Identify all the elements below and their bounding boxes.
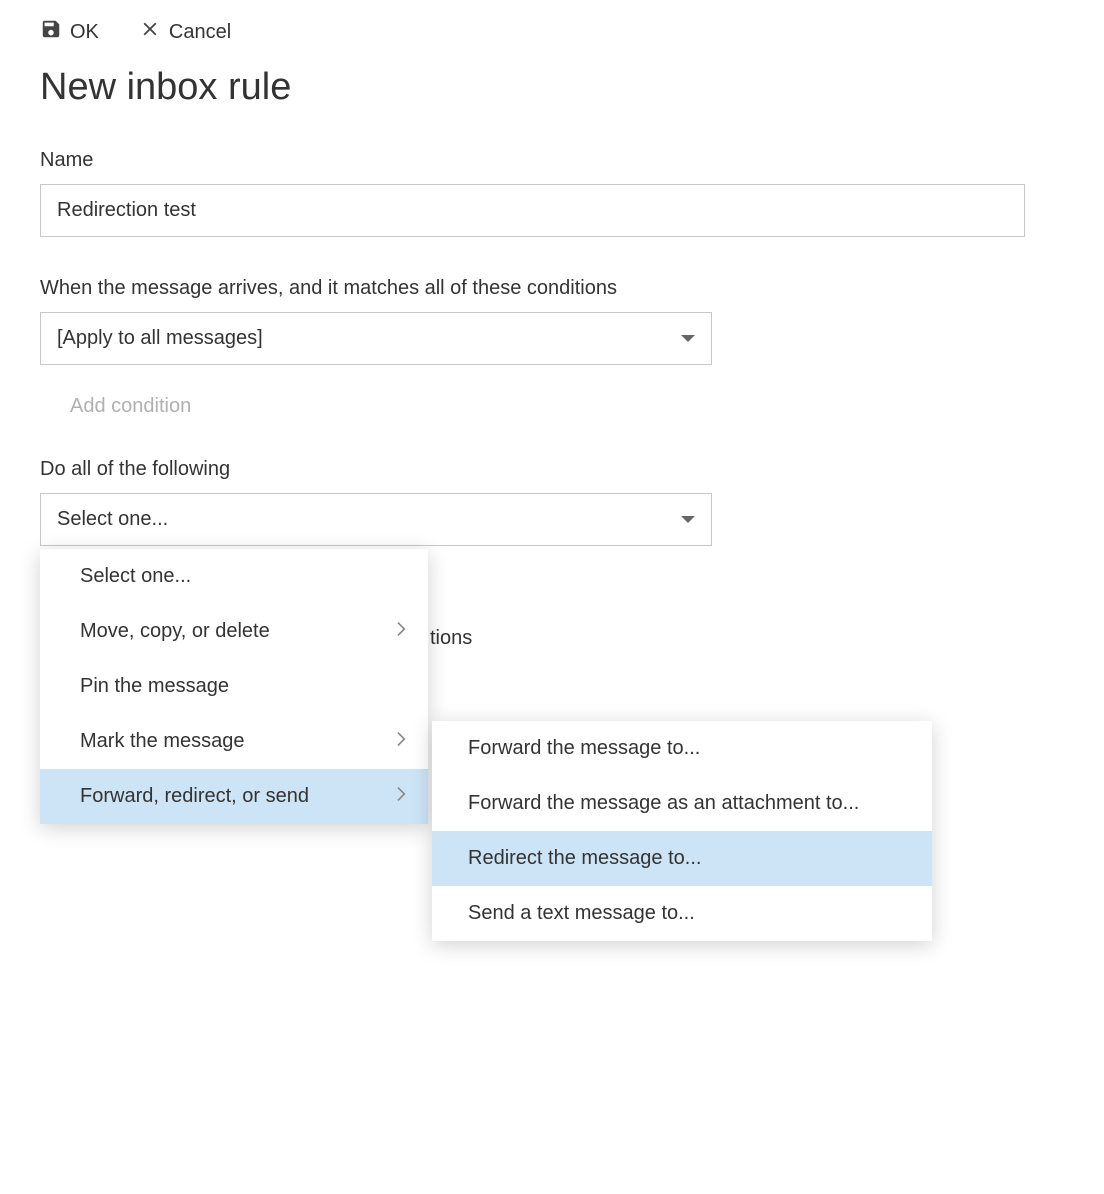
action-select-value: Select one... bbox=[57, 508, 168, 531]
dropdown-item-move-copy-delete[interactable]: Move, copy, or delete bbox=[40, 604, 428, 659]
action-select[interactable]: Select one... bbox=[40, 493, 712, 546]
condition-section-label: When the message arrives, and it matches… bbox=[40, 277, 1064, 300]
name-input[interactable] bbox=[40, 184, 1025, 237]
ok-button-label: OK bbox=[70, 21, 99, 44]
cancel-button[interactable]: Cancel bbox=[139, 18, 231, 46]
dropdown-item-label: Select one... bbox=[80, 565, 191, 588]
dropdown-item-label: Move, copy, or delete bbox=[80, 620, 270, 643]
dropdown-item-label: Mark the message bbox=[80, 730, 245, 753]
submenu-item-label: Send a text message to... bbox=[468, 902, 695, 924]
submenu-item-label: Forward the message as an attachment to.… bbox=[468, 792, 859, 814]
submenu-item-label: Forward the message to... bbox=[468, 737, 700, 759]
dropdown-item-label: Pin the message bbox=[80, 675, 229, 698]
action-section-label: Do all of the following bbox=[40, 458, 1064, 481]
chevron-right-icon bbox=[396, 622, 408, 641]
condition-section: When the message arrives, and it matches… bbox=[40, 277, 1064, 418]
caret-down-icon bbox=[681, 516, 695, 523]
save-icon bbox=[40, 18, 62, 46]
chevron-right-icon bbox=[396, 732, 408, 751]
dropdown-item-forward-redirect-send[interactable]: Forward, redirect, or send bbox=[40, 769, 428, 824]
dropdown-item-label: Forward, redirect, or send bbox=[80, 785, 309, 808]
condition-select-value: [Apply to all messages] bbox=[57, 327, 263, 350]
page-title: New inbox rule bbox=[40, 66, 1064, 109]
submenu-item-send-text-to[interactable]: Send a text message to... bbox=[432, 886, 932, 941]
action-submenu: Forward the message to... Forward the me… bbox=[432, 721, 932, 941]
name-section: Name bbox=[40, 149, 1064, 237]
action-dropdown-area: Select one... tions Select one... Move, … bbox=[40, 493, 1064, 546]
submenu-item-forward-to[interactable]: Forward the message to... bbox=[432, 721, 932, 776]
add-condition-link[interactable]: Add condition bbox=[70, 395, 191, 418]
submenu-item-forward-attachment-to[interactable]: Forward the message as an attachment to.… bbox=[432, 776, 932, 831]
toolbar: OK Cancel bbox=[40, 10, 1064, 66]
submenu-item-label: Redirect the message to... bbox=[468, 847, 701, 869]
action-section: Do all of the following Select one... ti… bbox=[40, 458, 1064, 546]
caret-down-icon bbox=[681, 335, 695, 342]
dropdown-item-mark[interactable]: Mark the message bbox=[40, 714, 428, 769]
name-field-label: Name bbox=[40, 149, 1064, 172]
ok-button[interactable]: OK bbox=[40, 18, 99, 46]
condition-select[interactable]: [Apply to all messages] bbox=[40, 312, 712, 365]
submenu-item-redirect-to[interactable]: Redirect the message to... bbox=[432, 831, 932, 886]
action-dropdown-menu: Select one... Move, copy, or delete Pin … bbox=[40, 549, 428, 824]
partial-text-behind: tions bbox=[430, 627, 472, 650]
dropdown-item-select-one[interactable]: Select one... bbox=[40, 549, 428, 604]
cancel-button-label: Cancel bbox=[169, 21, 231, 44]
dropdown-item-pin[interactable]: Pin the message bbox=[40, 659, 428, 714]
chevron-right-icon bbox=[396, 787, 408, 806]
close-icon bbox=[139, 18, 161, 46]
